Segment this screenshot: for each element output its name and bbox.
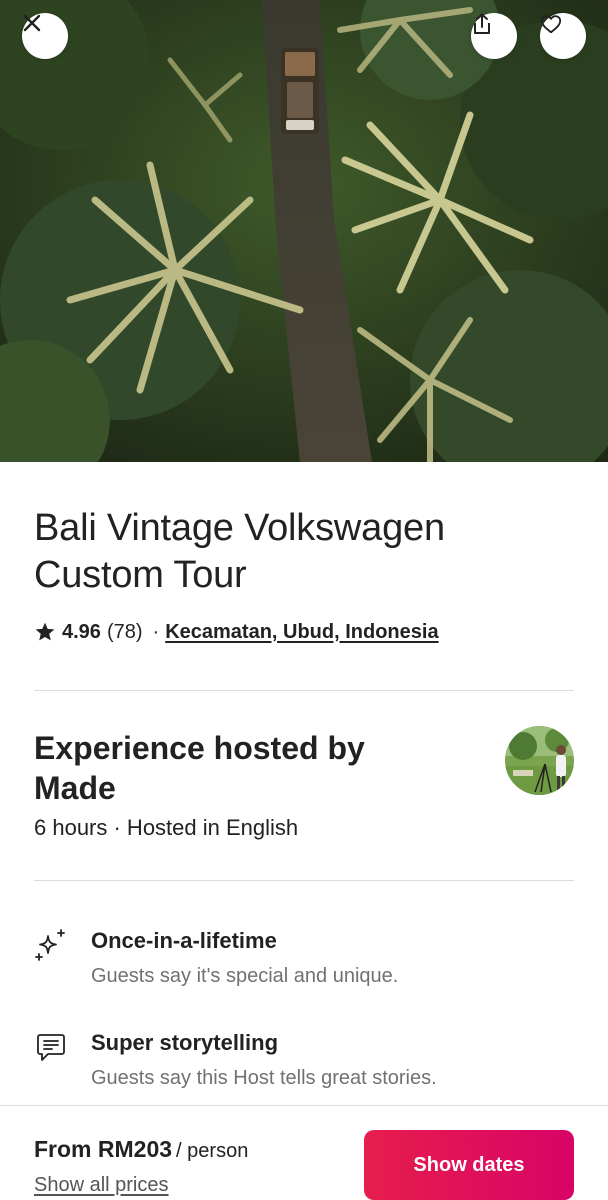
rating-row: 4.96 (78) · Kecamatan, Ubud, Indonesia xyxy=(34,619,439,645)
host-photo xyxy=(505,726,574,795)
highlight-title: Once-in-a-lifetime xyxy=(91,928,277,953)
rating-score: 4.96 xyxy=(62,620,101,643)
show-dates-button[interactable]: Show dates xyxy=(364,1130,574,1200)
hero-photo[interactable] xyxy=(0,0,608,462)
heart-icon xyxy=(540,15,562,34)
price-amount: From RM203 xyxy=(34,1136,173,1162)
host-avatar[interactable] xyxy=(505,726,574,795)
divider xyxy=(34,690,574,691)
review-count[interactable]: (78) xyxy=(107,621,143,644)
close-icon xyxy=(23,14,41,32)
chat-bubble-icon xyxy=(37,1034,65,1061)
listing-title: Bali Vintage Volkswagen Custom Tour xyxy=(34,507,445,596)
experience-details: 6 hours · Hosted in English xyxy=(34,815,299,840)
divider xyxy=(34,880,574,881)
highlight-description: Guests say it's special and unique. xyxy=(91,965,399,987)
price-unit: / person xyxy=(176,1140,249,1162)
aerial-jungle-road-image xyxy=(0,0,608,462)
close-button[interactable] xyxy=(22,13,68,59)
star-icon xyxy=(35,622,55,641)
highlight-description: Guests say this Host tells great stories… xyxy=(91,1067,437,1089)
host-heading: Experience hosted by Made xyxy=(34,730,365,806)
price-line: From RM203/ person xyxy=(34,1136,248,1163)
show-all-prices-link[interactable]: Show all prices xyxy=(34,1174,169,1197)
save-favorite-button[interactable] xyxy=(540,13,586,59)
highlight-title: Super storytelling xyxy=(91,1030,279,1055)
separator-dot: · xyxy=(152,620,160,643)
share-button[interactable] xyxy=(471,13,517,59)
sparkles-icon xyxy=(35,929,65,961)
booking-footer: From RM203/ person Show all prices Show … xyxy=(0,1105,608,1200)
location-link[interactable]: Kecamatan, Ubud, Indonesia xyxy=(165,621,438,644)
share-icon xyxy=(474,13,490,34)
